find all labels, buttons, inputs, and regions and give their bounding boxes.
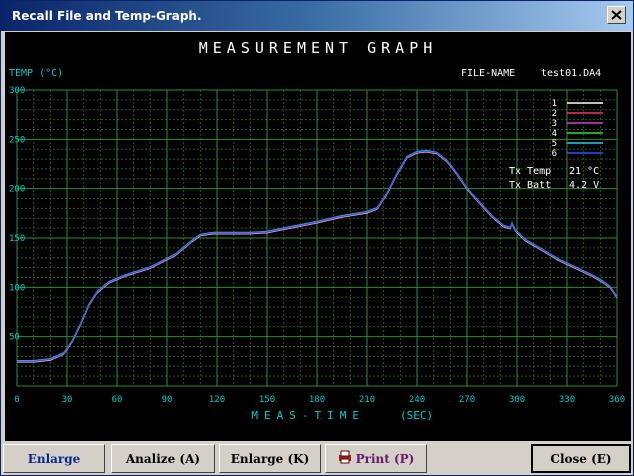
y-tick-label: 250 [9,135,25,145]
graph-canvas: 0 30 60 90 120 150 180 210 240 270 300 330 360 50 100 1… [5,32,631,441]
y-axis-title: TEMP (°C) [9,68,63,79]
tx-batt-label: Tx Batt [509,180,551,191]
tx-batt-value: 4.2 V [569,180,599,191]
button-bar: Enlarge Analize (A) Enlarge (K) Print (P… [1,442,633,475]
legend-label-6: 6 [552,149,557,159]
legend-label-5: 5 [552,139,557,149]
file-name-value: test01.DA4 [541,68,601,79]
enlarge-k-button[interactable]: Enlarge (K) [219,444,321,473]
print-button[interactable]: Print (P) [325,444,427,473]
x-tick-label: 270 [459,395,475,405]
y-tick-label: 300 [9,86,25,96]
x-tick-label: 120 [209,395,225,405]
graph-heading: MEASUREMENT GRAPH [199,39,438,57]
legend-label-2: 2 [552,109,557,119]
window-title: Recall File and Temp-Graph. [12,9,202,23]
printer-icon [338,450,352,467]
tx-temp-value: 21 °C [569,166,599,177]
x-tick-label: 60 [112,395,123,405]
y-tick-label: 150 [9,234,25,244]
x-axis-title: MEAS-TIME [251,409,365,422]
file-name-label: FILE-NAME [461,68,515,79]
y-tick-label: 50 [9,333,20,343]
legend-label-1: 1 [552,99,557,109]
x-tick-label: 300 [509,395,525,405]
enlarge-k-button-label: Enlarge (K) [230,451,310,466]
x-axis-unit: (SEC) [400,409,433,422]
close-icon [611,10,622,20]
window-close-button[interactable] [607,6,626,24]
close-button-label: Close (E) [550,451,612,466]
enlarge-button-label: Enlarge [27,451,81,466]
x-tick-label: 150 [259,395,275,405]
close-button[interactable]: Close (E) [531,444,631,473]
y-tick-label: 200 [9,185,25,195]
legend-label-4: 4 [552,129,557,139]
tx-temp-label: Tx Temp [509,166,551,177]
x-tick-label: 240 [409,395,425,405]
x-tick-label: 180 [309,395,325,405]
analize-button-label: Analize (A) [125,451,201,466]
y-tick-label: 100 [9,283,25,293]
x-tick-label: 210 [359,395,375,405]
x-tick-label: 30 [62,395,73,405]
x-tick-label: 360 [609,395,625,405]
title-bar: Recall File and Temp-Graph. [1,1,633,31]
legend-label-3: 3 [552,119,557,129]
print-button-label: Print (P) [355,451,415,466]
enlarge-button[interactable]: Enlarge [3,444,105,473]
x-tick-label: 90 [162,395,173,405]
analize-button[interactable]: Analize (A) [111,444,215,473]
recall-window: Recall File and Temp-Graph. 0 30 60 90 120 15… [0,0,634,476]
x-tick-label: 0 [14,395,19,405]
measurement-graph: 0 30 60 90 120 150 180 210 240 270 300 330 360 50 100 1… [9,39,625,422]
x-tick-label: 330 [559,395,575,405]
